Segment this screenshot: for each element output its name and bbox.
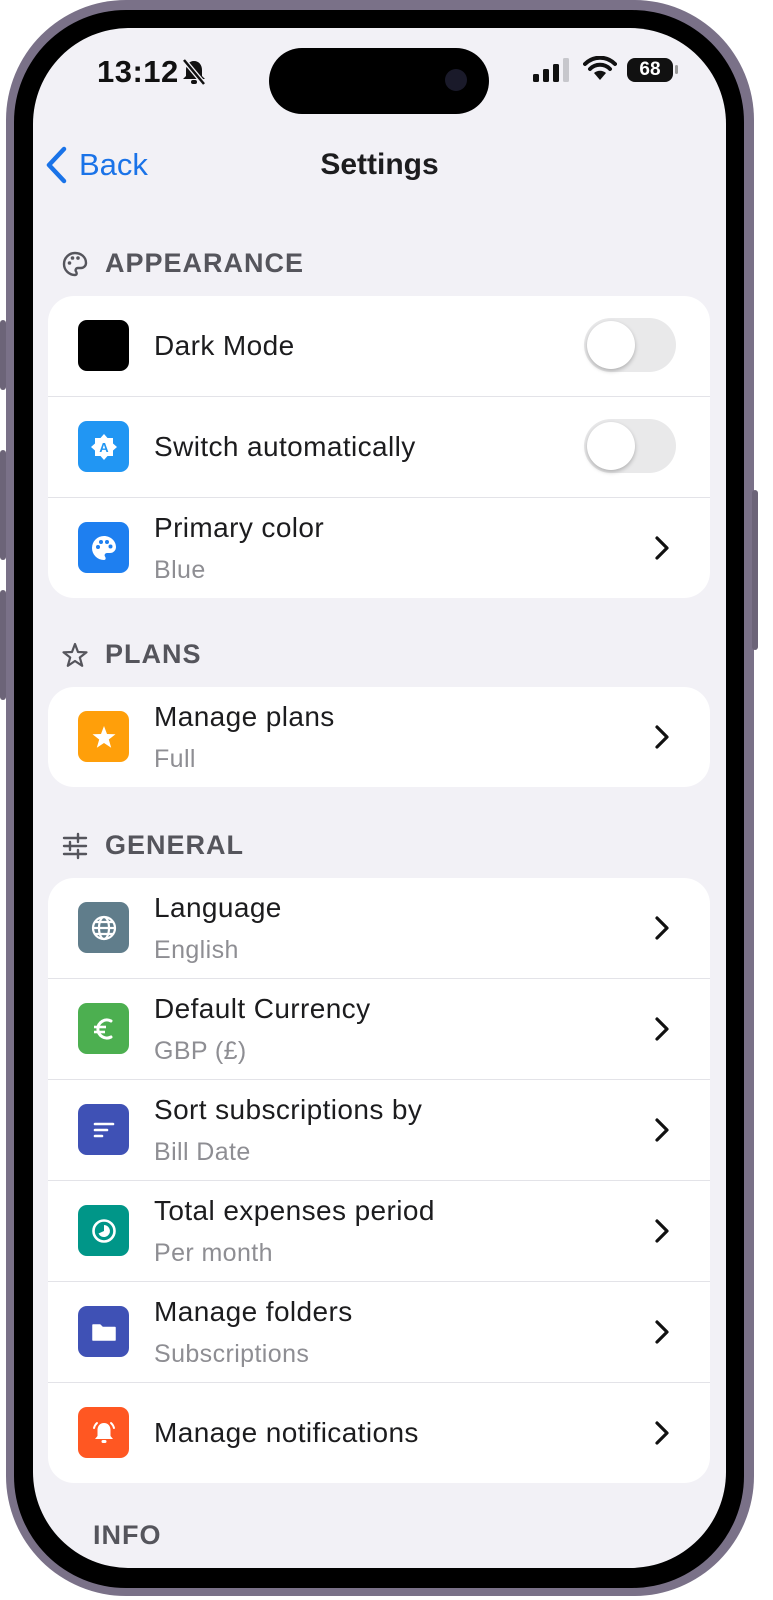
appearance-card: Dark Mode A Switch automatically Primary… [48, 296, 710, 598]
battery-tip [675, 65, 678, 74]
manage-folders-value: Subscriptions [154, 1339, 310, 1368]
manage-plans-value: Full [154, 744, 196, 773]
section-header-info: INFO [93, 1520, 162, 1550]
status-time: 13:12 [97, 54, 179, 89]
globe-icon [78, 902, 129, 953]
chevron-right-icon [655, 1017, 669, 1041]
folder-icon [78, 1306, 129, 1357]
section-header-general: GENERAL [61, 830, 244, 861]
dark-mode-row: Dark Mode [48, 296, 710, 397]
manage-plans-label: Manage plans [154, 700, 335, 732]
primary-color-row[interactable]: Primary color Blue [48, 498, 710, 598]
language-value: English [154, 935, 239, 964]
palette-icon [78, 522, 129, 573]
total-expenses-period-row[interactable]: Total expenses period Per month [48, 1181, 710, 1282]
default-currency-label: Default Currency [154, 992, 371, 1024]
chevron-right-icon [655, 1118, 669, 1142]
toggle-knob [587, 422, 635, 470]
chevron-right-icon [655, 725, 669, 749]
sort-subscriptions-row[interactable]: Sort subscriptions by Bill Date [48, 1080, 710, 1181]
sort-icon [78, 1104, 129, 1155]
period-icon [78, 1205, 129, 1256]
euro-icon [78, 1003, 129, 1054]
section-header-label: GENERAL [105, 830, 245, 860]
star-icon [78, 711, 129, 762]
chevron-right-icon [655, 1320, 669, 1344]
primary-color-value: Blue [154, 555, 206, 584]
section-header-label: PLANS [105, 639, 202, 669]
sort-subscriptions-label: Sort subscriptions by [154, 1093, 423, 1125]
page-title: Settings [320, 148, 439, 181]
manage-folders-row[interactable]: Manage folders Subscriptions [48, 1282, 710, 1383]
chevron-right-icon [655, 916, 669, 940]
chevron-right-icon [655, 1421, 669, 1445]
section-header-label: APPEARANCE [105, 248, 305, 278]
side-button [0, 590, 6, 700]
star-outline-icon [61, 641, 89, 669]
plans-card: Manage plans Full [48, 687, 710, 787]
switch-automatically-label: Switch automatically [154, 431, 416, 462]
total-expenses-period-value: Per month [154, 1238, 273, 1267]
language-row[interactable]: Language English [48, 878, 710, 979]
language-label: Language [154, 891, 282, 923]
bell-slash-icon [182, 58, 206, 86]
manage-plans-row[interactable]: Manage plans Full [48, 687, 710, 787]
dark-mode-label: Dark Mode [154, 330, 295, 361]
signal-icon [533, 58, 569, 82]
sliders-icon [61, 832, 89, 860]
side-button [752, 490, 758, 650]
side-button [0, 450, 6, 560]
sort-subscriptions-value: Bill Date [154, 1137, 251, 1166]
default-currency-row[interactable]: Default Currency GBP (£) [48, 979, 710, 1080]
switch-automatically-row: A Switch automatically [48, 397, 710, 498]
auto-brightness-icon: A [78, 421, 129, 472]
dark-mode-toggle[interactable] [584, 318, 676, 372]
chevron-right-icon [655, 1219, 669, 1243]
general-card: Language English Default Currency GBP (£… [48, 878, 710, 1483]
manage-folders-label: Manage folders [154, 1295, 353, 1327]
svg-text:A: A [99, 440, 109, 455]
camera-icon [445, 69, 467, 91]
manage-notifications-label: Manage notifications [154, 1417, 419, 1448]
moon-icon [78, 320, 129, 371]
wifi-icon [583, 56, 617, 80]
palette-outline-icon [61, 250, 89, 278]
total-expenses-period-label: Total expenses period [154, 1194, 435, 1226]
bell-ring-icon [78, 1407, 129, 1458]
chevron-right-icon [655, 536, 669, 560]
toggle-knob [587, 321, 635, 369]
section-header-plans: PLANS [61, 639, 202, 670]
default-currency-value: GBP (£) [154, 1036, 247, 1065]
battery-indicator: 68 [627, 58, 673, 82]
primary-color-label: Primary color [154, 511, 325, 543]
side-button [0, 320, 6, 390]
section-header-appearance: APPEARANCE [61, 248, 304, 279]
dynamic-island [269, 48, 489, 114]
manage-notifications-row[interactable]: Manage notifications [48, 1383, 710, 1483]
screen: 13:12 68 Back Settings APPEARANCE Dark M… [33, 28, 726, 1568]
switch-automatically-toggle[interactable] [584, 419, 676, 473]
